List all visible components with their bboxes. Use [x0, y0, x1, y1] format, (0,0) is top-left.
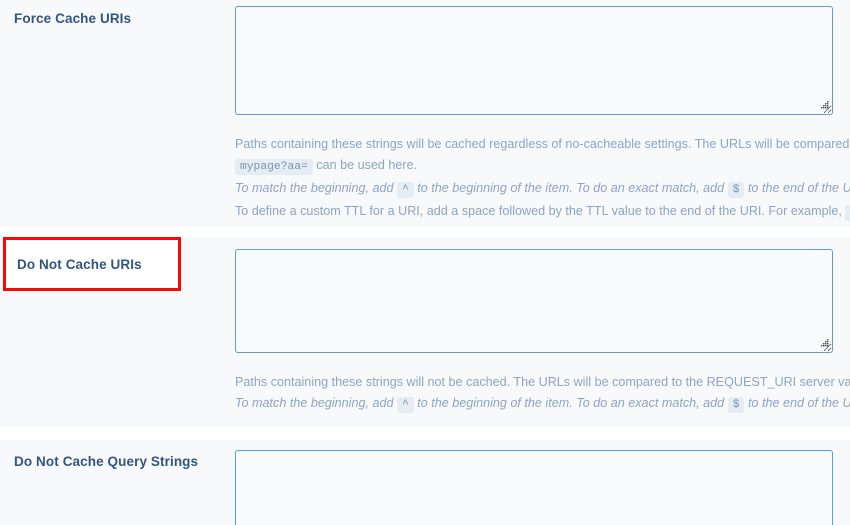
- description-line: Paths containing these strings will be c…: [235, 134, 850, 155]
- code-tag-dollar: $: [727, 397, 745, 413]
- code-tag-caret: ^: [396, 182, 414, 198]
- description-line: To match the beginning, add ^ to the beg…: [235, 393, 850, 416]
- description-do-not-cache-uris: Paths containing these strings will not …: [235, 372, 850, 416]
- code-tag-caret: ^: [396, 397, 414, 413]
- textarea-do-not-cache-query-strings[interactable]: [235, 450, 833, 525]
- textarea-wrapper-do-not-cache-uris: [235, 249, 833, 353]
- textarea-wrapper-do-not-cache-query-strings: [235, 450, 833, 525]
- description-text: to the end of the URL. (: [747, 181, 850, 195]
- textarea-wrapper-force-cache-uris: [235, 6, 833, 115]
- row-label-column: Force Cache URIs: [0, 0, 235, 28]
- textarea-force-cache-uris[interactable]: [235, 6, 833, 115]
- description-text: Paths containing these strings will be c…: [235, 137, 850, 151]
- row-field-column: [235, 440, 850, 525]
- field-label-do-not-cache-query-strings: Do Not Cache Query Strings: [14, 454, 199, 469]
- description-text: to the beginning of the item. To do an e…: [417, 396, 725, 410]
- description-line: To match the beginning, add ^ to the beg…: [235, 178, 850, 201]
- description-text: To match the beginning, add: [235, 181, 394, 195]
- row-label-column: Do Not Cache Query Strings: [0, 440, 235, 471]
- description-text: Paths containing these strings will not …: [235, 375, 850, 389]
- description-text: to the end of the URL. (: [747, 396, 850, 410]
- description-line: Paths containing these strings will not …: [235, 372, 850, 393]
- row-field-column: Paths containing these strings will not …: [235, 237, 850, 416]
- description-text: to the beginning of the item. To do an e…: [417, 181, 725, 195]
- field-label-force-cache-uris: Force Cache URIs: [14, 11, 132, 26]
- description-line: mypage?aa= can be used here.: [235, 155, 850, 178]
- row-divider: [0, 427, 850, 440]
- description-text: can be used here.: [316, 158, 418, 172]
- description-text: To define a custom TTL for a URI, add a …: [235, 204, 842, 218]
- description-text: To match the beginning, add: [235, 396, 394, 410]
- settings-row-force-cache-uris: Force Cache URIs Paths containing these …: [0, 0, 850, 227]
- row-divider: [0, 227, 850, 237]
- code-tag-slash: /: [845, 205, 850, 221]
- code-tag-mypage: mypage?aa=: [235, 159, 313, 175]
- description-line: To define a custom TTL for a URI, add a …: [235, 201, 850, 224]
- textarea-do-not-cache-uris[interactable]: [235, 249, 833, 353]
- description-force-cache-uris: Paths containing these strings will be c…: [235, 134, 850, 224]
- settings-page: Force Cache URIs Paths containing these …: [0, 0, 850, 525]
- highlight-box-do-not-cache-uris: Do Not Cache URIs: [3, 237, 181, 291]
- code-tag-dollar: $: [727, 182, 745, 198]
- settings-row-do-not-cache-query-strings: Do Not Cache Query Strings: [0, 440, 850, 525]
- field-label-do-not-cache-uris: Do Not Cache URIs: [17, 257, 142, 272]
- row-field-column: Paths containing these strings will be c…: [235, 0, 850, 224]
